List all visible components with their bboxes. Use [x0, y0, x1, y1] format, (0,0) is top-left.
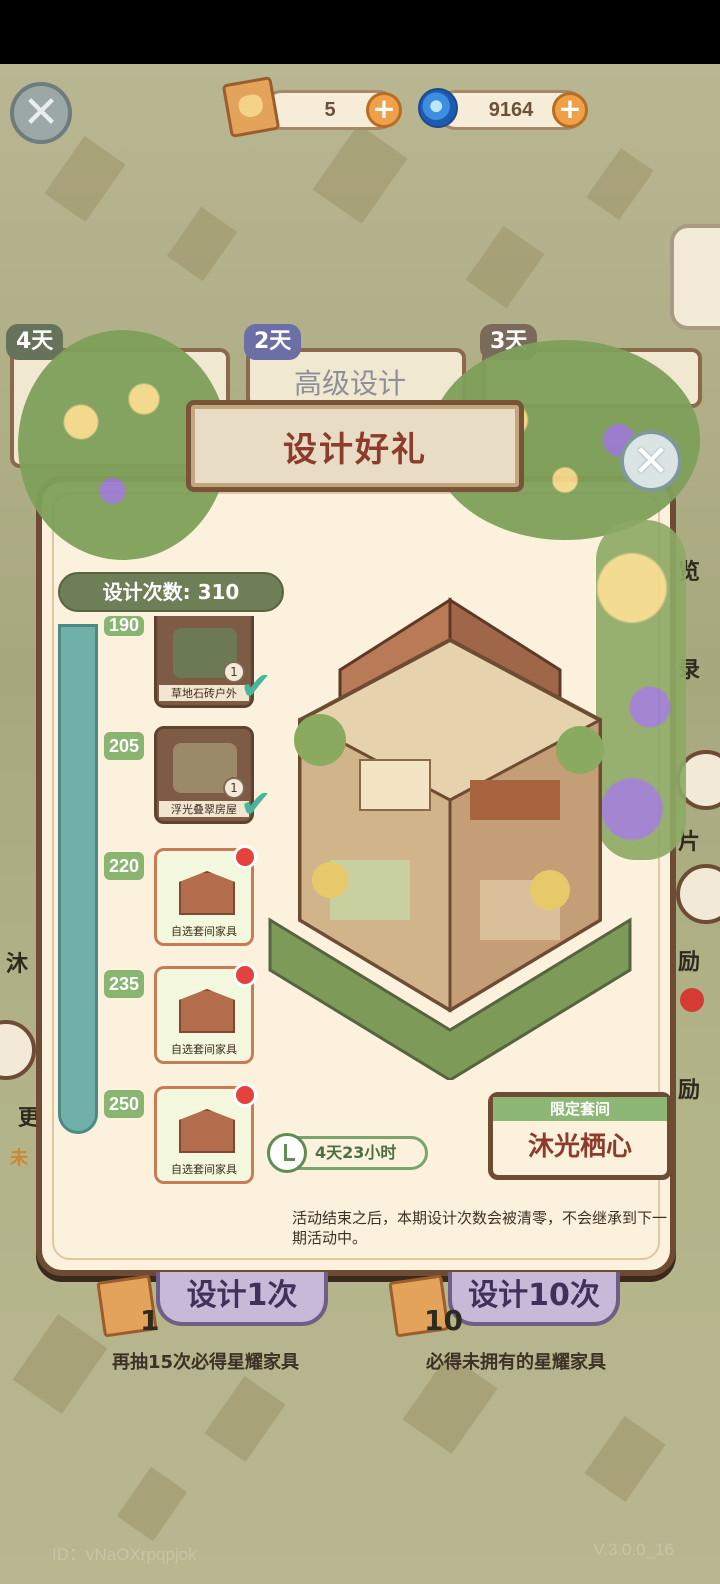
ticket-icon: [221, 76, 281, 138]
reward-item[interactable]: 自选套间家具: [154, 1083, 257, 1184]
design-once-cost: 1: [140, 1304, 160, 1337]
milestone-threshold: 250: [104, 1090, 144, 1118]
add-gem-button[interactable]: +: [552, 92, 588, 128]
panel-title: 设计好礼: [186, 400, 524, 492]
design-once-label: 设计1次: [186, 1278, 298, 1313]
reward-item[interactable]: 自选套间家具: [154, 845, 257, 946]
notification-dot: [233, 1083, 257, 1107]
countdown-timer: 4天23小时: [267, 1133, 428, 1173]
side-label: 励: [678, 950, 701, 975]
gem-icon: [418, 88, 458, 128]
milestone-threshold: 205: [104, 732, 144, 760]
milestone-threshold: 235: [104, 970, 144, 998]
notification-dot: [680, 988, 704, 1012]
close-icon[interactable]: ✕: [10, 82, 72, 144]
design-ten-label: 设计10次: [468, 1278, 600, 1313]
design-count: 设计次数: 310: [58, 572, 284, 612]
gem-count: 9164: [488, 98, 534, 121]
design-ten-button[interactable]: 设计10次: [448, 1272, 620, 1326]
ticket-count: 5: [324, 98, 336, 121]
limited-set-card[interactable]: 限定套间 沐光栖心: [488, 1092, 672, 1180]
side-label: 未: [10, 1148, 28, 1169]
reward-name: 草地石砖户外: [159, 685, 249, 701]
box-icon: [179, 871, 235, 915]
design-once-button[interactable]: 设计1次: [156, 1272, 328, 1326]
notification-dot: [233, 845, 257, 869]
box-icon: [179, 1109, 235, 1153]
milestone-threshold: 190: [104, 616, 144, 636]
reward-name: 浮光叠翠房屋: [159, 801, 249, 817]
close-icon[interactable]: ✕: [620, 430, 682, 492]
app-version: V.3.0.0_16: [593, 1540, 674, 1559]
design-once-hint: 再抽15次必得星耀家具: [112, 1352, 300, 1373]
box-icon: [179, 989, 235, 1033]
design-ten-cost: 10: [424, 1304, 463, 1337]
day-tag: 4天: [6, 324, 64, 360]
limited-set-name: 沐光栖心: [527, 1132, 632, 1162]
notification-dot: [233, 963, 257, 987]
house-preview-image[interactable]: [260, 560, 640, 1080]
reward-name: 自选套间家具: [171, 925, 237, 938]
reward-name: 自选套间家具: [171, 1043, 237, 1056]
day-tag: 2天: [244, 324, 302, 360]
reward-item[interactable]: 自选套间家具: [154, 963, 257, 1064]
player-id: ID：vNaOXrpqpjok: [52, 1545, 197, 1564]
reward-item[interactable]: 1 草地石砖户外: [154, 616, 254, 708]
side-avatar-button[interactable]: [670, 224, 720, 330]
progress-track[interactable]: [58, 624, 98, 1134]
reward-item[interactable]: 1 浮光叠翠房屋: [154, 726, 254, 824]
tab-advanced-design-label: 高级设计: [294, 367, 407, 400]
limited-set-label: 限定套间: [493, 1097, 667, 1121]
milestone-threshold: 220: [104, 852, 144, 880]
clock-icon: [267, 1133, 307, 1173]
side-label: 沐: [6, 952, 29, 977]
side-label: 励: [678, 1078, 701, 1103]
reward-name: 自选套间家具: [171, 1163, 237, 1176]
add-ticket-button[interactable]: +: [366, 92, 402, 128]
design-ten-hint: 必得未拥有的星耀家具: [426, 1352, 606, 1373]
countdown-text: 4天23小时: [315, 1143, 397, 1162]
reset-note: 活动结束之后，本期设计次数会被清零，不会继承到下一期活动中。: [292, 1209, 668, 1247]
